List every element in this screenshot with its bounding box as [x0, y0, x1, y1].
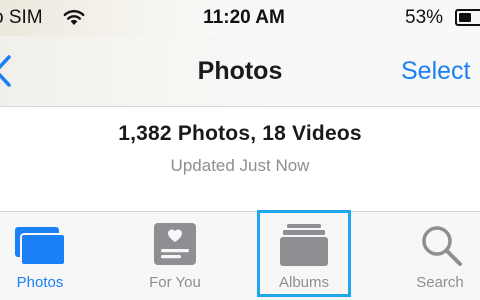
library-updated-status: Updated Just Now — [170, 156, 310, 175]
tab-photos-label: Photos — [16, 274, 64, 291]
search-icon — [422, 226, 462, 266]
albums-icon — [280, 224, 328, 266]
photos-app-screen: o SIM 11:20 AM 53% Photos Select 1,382 P… — [0, 0, 480, 300]
battery-percent: 53% — [405, 7, 444, 28]
battery-level-fill — [459, 13, 471, 22]
tab-albums-label: Albums — [278, 274, 330, 291]
select-button[interactable]: Select — [401, 56, 470, 86]
tab-photos[interactable]: Photos — [0, 212, 80, 300]
battery-icon — [455, 9, 480, 26]
tab-for-you[interactable]: For You — [130, 212, 220, 300]
status-bar: o SIM 11:20 AM 53% — [0, 0, 480, 36]
tab-search-label: Search — [416, 274, 464, 291]
library-count: 1,382 Photos, 18 Videos — [118, 122, 362, 145]
tab-albums[interactable]: Albums — [258, 212, 350, 300]
tab-bar: Photos For You Albums Search — [0, 211, 480, 300]
tab-search[interactable]: Search — [400, 212, 480, 300]
for-you-icon — [154, 223, 196, 265]
tab-for-you-label: For You — [149, 274, 201, 291]
photos-icon — [15, 227, 66, 266]
navigation-bar: Photos Select — [0, 36, 480, 107]
